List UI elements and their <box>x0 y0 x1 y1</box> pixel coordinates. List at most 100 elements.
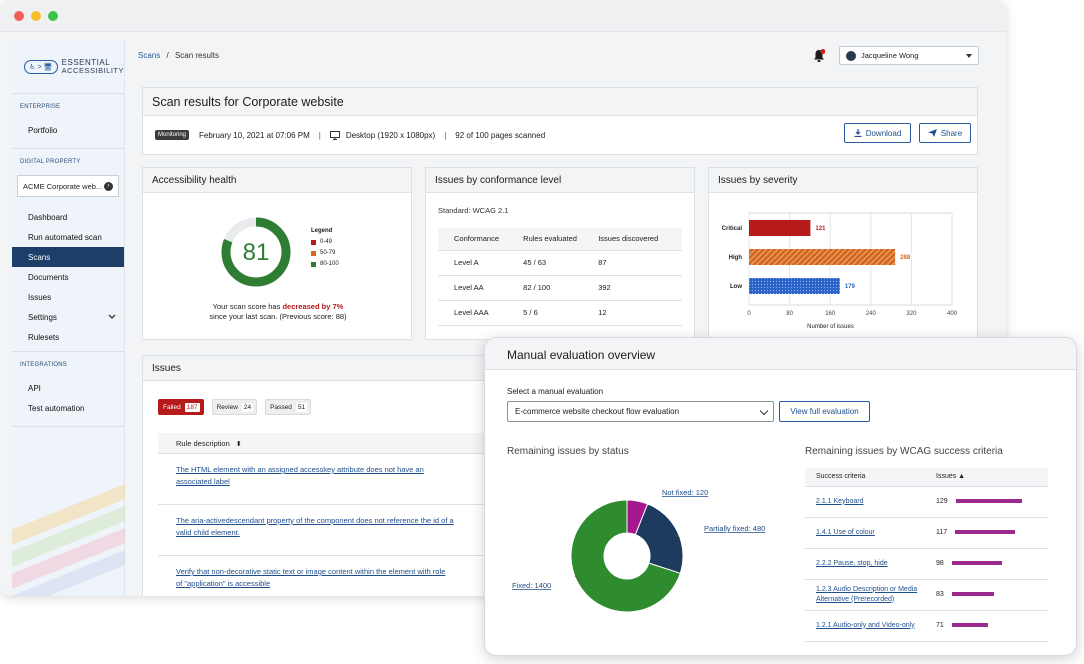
logo-icon: ♿ > 🖥 <box>24 59 58 74</box>
legend-swatch <box>311 250 316 256</box>
category-label: Critical <box>722 226 743 232</box>
table-row: 2.1.1 Keyboard 129 <box>805 486 1048 518</box>
user-menu[interactable]: Jacqueline Wong <box>839 46 979 65</box>
column-header: Rule description <box>176 439 230 448</box>
table-row: Level AA 82 / 100 392 <box>438 275 682 301</box>
sidebar-section-integrations: INTEGRATIONS API Test automation <box>12 352 124 427</box>
user-name: Jacqueline Wong <box>861 51 919 60</box>
status-chart-title: Remaining issues by status <box>507 446 629 457</box>
axis-label: Number of issues <box>807 324 854 330</box>
logo-brand-bottom: ACCESSIBILITY <box>61 65 124 75</box>
issue-count: 83 <box>936 591 944 598</box>
table-row: 2.2.2 Pause, stop, hide 98 <box>805 548 1048 580</box>
table-row: 1.2.1 Audio-only and Video-only 71 <box>805 610 1048 642</box>
column-header: Issues discovered <box>598 228 682 251</box>
table-cell: Level AA <box>438 275 524 301</box>
minimize-window-button[interactable] <box>31 11 41 21</box>
column-header: Conformance <box>438 228 524 251</box>
legend-swatch <box>311 261 316 267</box>
table-cell: 392 <box>598 275 682 301</box>
rule-description-header[interactable]: Rule description ⬍ <box>158 433 488 454</box>
rule-link[interactable]: Verify that non-decorative static text o… <box>176 566 451 590</box>
table-cell: 82 / 100 <box>523 275 599 301</box>
sidebar-section-enterprise: ENTERPRISE Portfolio <box>12 94 124 149</box>
issue-bar <box>955 499 1022 504</box>
download-button[interactable]: Download <box>844 123 911 143</box>
tick-label: 400 <box>947 311 958 317</box>
property-select[interactable]: ACME Corporate web... › <box>17 175 119 197</box>
legend-item: 80-100 <box>311 261 339 267</box>
maximize-window-button[interactable] <box>48 11 58 21</box>
scan-date: February 10, 2021 at 07:06 PM <box>199 130 310 140</box>
criteria-link[interactable]: 2.2.2 Pause, stop, hide <box>816 560 888 567</box>
slice-label[interactable]: Not fixed: 120 <box>662 488 708 497</box>
slice-label[interactable]: Partially fixed: 480 <box>704 524 765 533</box>
bar-low <box>749 278 840 294</box>
tab-label: Review <box>216 403 238 411</box>
criteria-link[interactable]: 2.1.1 Keyboard <box>816 498 863 505</box>
sidebar-section-digital-property: DIGITAL PROPERTY ACME Corporate web... ›… <box>12 149 124 352</box>
table-cell: 87 <box>598 250 682 276</box>
rule-link[interactable]: The aria-activedescendant property of th… <box>176 515 461 539</box>
slice-label[interactable]: Fixed: 1400 <box>512 581 551 590</box>
table-cell: Level A <box>438 250 524 276</box>
share-button[interactable]: Share <box>919 123 971 143</box>
sidebar-item-label: Settings <box>28 312 57 322</box>
table-row: Verify that non-decorative static text o… <box>158 556 488 596</box>
score-ring: 81 <box>221 217 291 287</box>
sidebar-item-test-automation[interactable]: Test automation <box>12 398 124 418</box>
caret-down-icon <box>966 54 972 58</box>
sidebar-item-rulesets[interactable]: Rulesets <box>12 327 124 347</box>
monitoring-badge: Monitoring <box>155 130 190 140</box>
table-header: Success criteria Issues ▲ <box>805 468 1048 487</box>
tab-review[interactable]: Review 24 <box>211 399 258 415</box>
data-label: 121 <box>815 226 826 232</box>
manual-evaluation-select[interactable]: E-commerce website checkout flow evaluat… <box>507 401 774 422</box>
section-label: ENTERPRISE <box>20 104 61 110</box>
legend-label: 80-100 <box>320 261 339 267</box>
sidebar-item-settings[interactable]: Settings <box>12 307 124 327</box>
sidebar-item-run-automated-scan[interactable]: Run automated scan <box>12 227 124 247</box>
sidebar-item-scans[interactable]: Scans <box>12 247 124 267</box>
criteria-link[interactable]: 1.2.3 Audio Description or Media Alterna… <box>816 585 936 605</box>
send-icon <box>927 129 937 137</box>
tick-label: 0 <box>747 311 751 317</box>
column-header: Rules evaluated <box>523 228 599 251</box>
sidebar: ♿ > 🖥 ESSENTIAL ACCESSIBILITY ENTERPRISE… <box>12 40 125 596</box>
card-title: Issues by conformance level <box>426 168 694 193</box>
property-select-value: ACME Corporate web... <box>23 181 103 191</box>
sidebar-item-issues[interactable]: Issues <box>12 287 124 307</box>
bell-icon[interactable] <box>813 49 825 63</box>
score-message-change: decreased by 7% <box>282 302 344 311</box>
view-full-evaluation-button[interactable]: View full evaluation <box>779 401 870 422</box>
issue-status-tabs: Failed 187 Review 24 Passed 51 <box>158 399 312 415</box>
monitor-icon <box>329 130 340 140</box>
card-title: Issues by severity <box>709 168 977 193</box>
legend-swatch <box>311 239 316 245</box>
sidebar-item-portfolio[interactable]: Portfolio <box>12 120 124 140</box>
scan-meta: Monitoring February 10, 2021 at 07:06 PM… <box>155 130 545 140</box>
tick-label: 80 <box>786 311 793 317</box>
table-header: Conformance Rules evaluated Issues disco… <box>438 228 682 251</box>
conformance-card: Issues by conformance level Standard: WC… <box>425 167 695 340</box>
category-label: Low <box>730 284 742 290</box>
category-label: High <box>729 255 743 261</box>
close-window-button[interactable] <box>14 11 24 21</box>
score-message: Your scan score has decreased by 7% sinc… <box>143 302 413 322</box>
tab-passed[interactable]: Passed 51 <box>265 399 312 415</box>
section-label: INTEGRATIONS <box>20 362 67 368</box>
logo[interactable]: ♿ > 🖥 ESSENTIAL ACCESSIBILITY <box>12 40 124 94</box>
tab-failed[interactable]: Failed 187 <box>158 399 204 415</box>
table-cell: Level AAA <box>438 300 524 326</box>
rule-link[interactable]: The HTML element with an assigned access… <box>176 464 456 488</box>
sidebar-item-dashboard[interactable]: Dashboard <box>12 207 124 227</box>
criteria-link[interactable]: 1.2.1 Audio-only and Video-only <box>816 622 915 629</box>
sidebar-item-api[interactable]: API <box>12 378 124 398</box>
breadcrumb-link-scans[interactable]: Scans <box>138 51 160 60</box>
table-cell: 45 / 63 <box>523 250 599 276</box>
criteria-link[interactable]: 1.4.1 Use of colour <box>816 529 875 536</box>
column-header: Issues ▲ <box>936 468 1048 487</box>
sidebar-item-documents[interactable]: Documents <box>12 267 124 287</box>
table-row: The HTML element with an assigned access… <box>158 454 488 505</box>
bar-high <box>749 249 896 265</box>
